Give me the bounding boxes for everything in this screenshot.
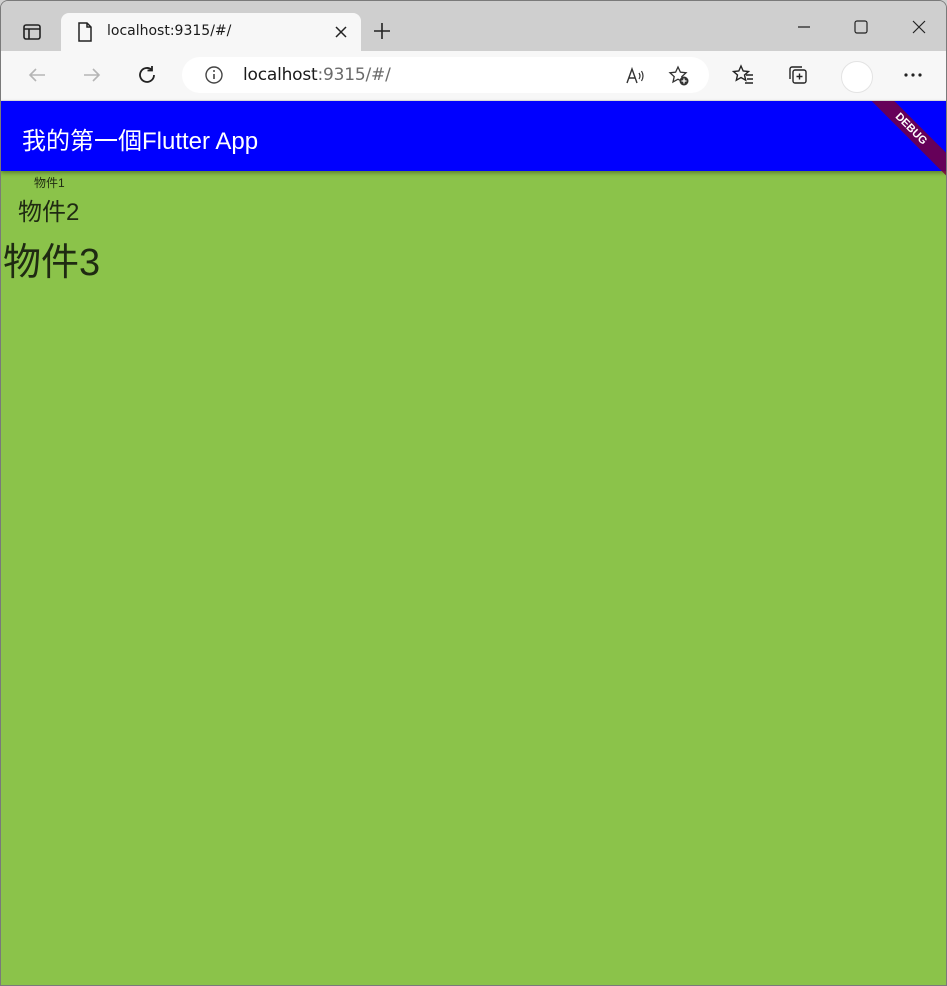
more-icon[interactable] xyxy=(901,63,925,87)
back-arrow-icon[interactable] xyxy=(25,63,49,87)
add-favorite-icon[interactable] xyxy=(668,65,690,87)
app-bar: 我的第一個Flutter App xyxy=(1,101,946,171)
collections-icon[interactable] xyxy=(786,63,810,87)
list-item-1: 物件1 xyxy=(34,176,65,190)
browser-window: localhost:9315/#/ localhost:9315/#/ 我的第一… xyxy=(0,0,947,986)
address-bar[interactable]: localhost:9315/#/ xyxy=(182,57,709,93)
tab-strip: localhost:9315/#/ xyxy=(1,1,946,51)
browser-toolbar: localhost:9315/#/ xyxy=(1,51,946,101)
maximize-icon[interactable] xyxy=(849,15,873,39)
forward-arrow-icon[interactable] xyxy=(80,63,104,87)
minimize-icon[interactable] xyxy=(792,15,816,39)
app-title: 我的第一個Flutter App xyxy=(22,128,259,155)
app-body: 物件1 物件2 物件3 xyxy=(1,171,946,985)
url-host: localhost xyxy=(243,65,318,85)
close-icon[interactable] xyxy=(333,24,349,40)
favorites-icon[interactable] xyxy=(731,63,755,87)
browser-tab[interactable]: localhost:9315/#/ xyxy=(61,13,361,51)
url-path: :9315/#/ xyxy=(317,65,391,85)
page-icon xyxy=(77,22,93,46)
list-item-3: 物件3 xyxy=(3,242,101,284)
info-icon[interactable] xyxy=(204,65,224,89)
read-aloud-icon[interactable] xyxy=(624,65,646,87)
list-item-2: 物件2 xyxy=(18,199,80,226)
plus-icon[interactable] xyxy=(371,20,393,42)
tab-actions-icon[interactable] xyxy=(13,13,51,51)
avatar[interactable] xyxy=(841,61,873,93)
window-close-icon[interactable] xyxy=(907,15,931,39)
tab-title: localhost:9315/#/ xyxy=(107,23,232,39)
url-text[interactable]: localhost:9315/#/ xyxy=(243,65,391,85)
refresh-icon[interactable] xyxy=(135,63,159,87)
